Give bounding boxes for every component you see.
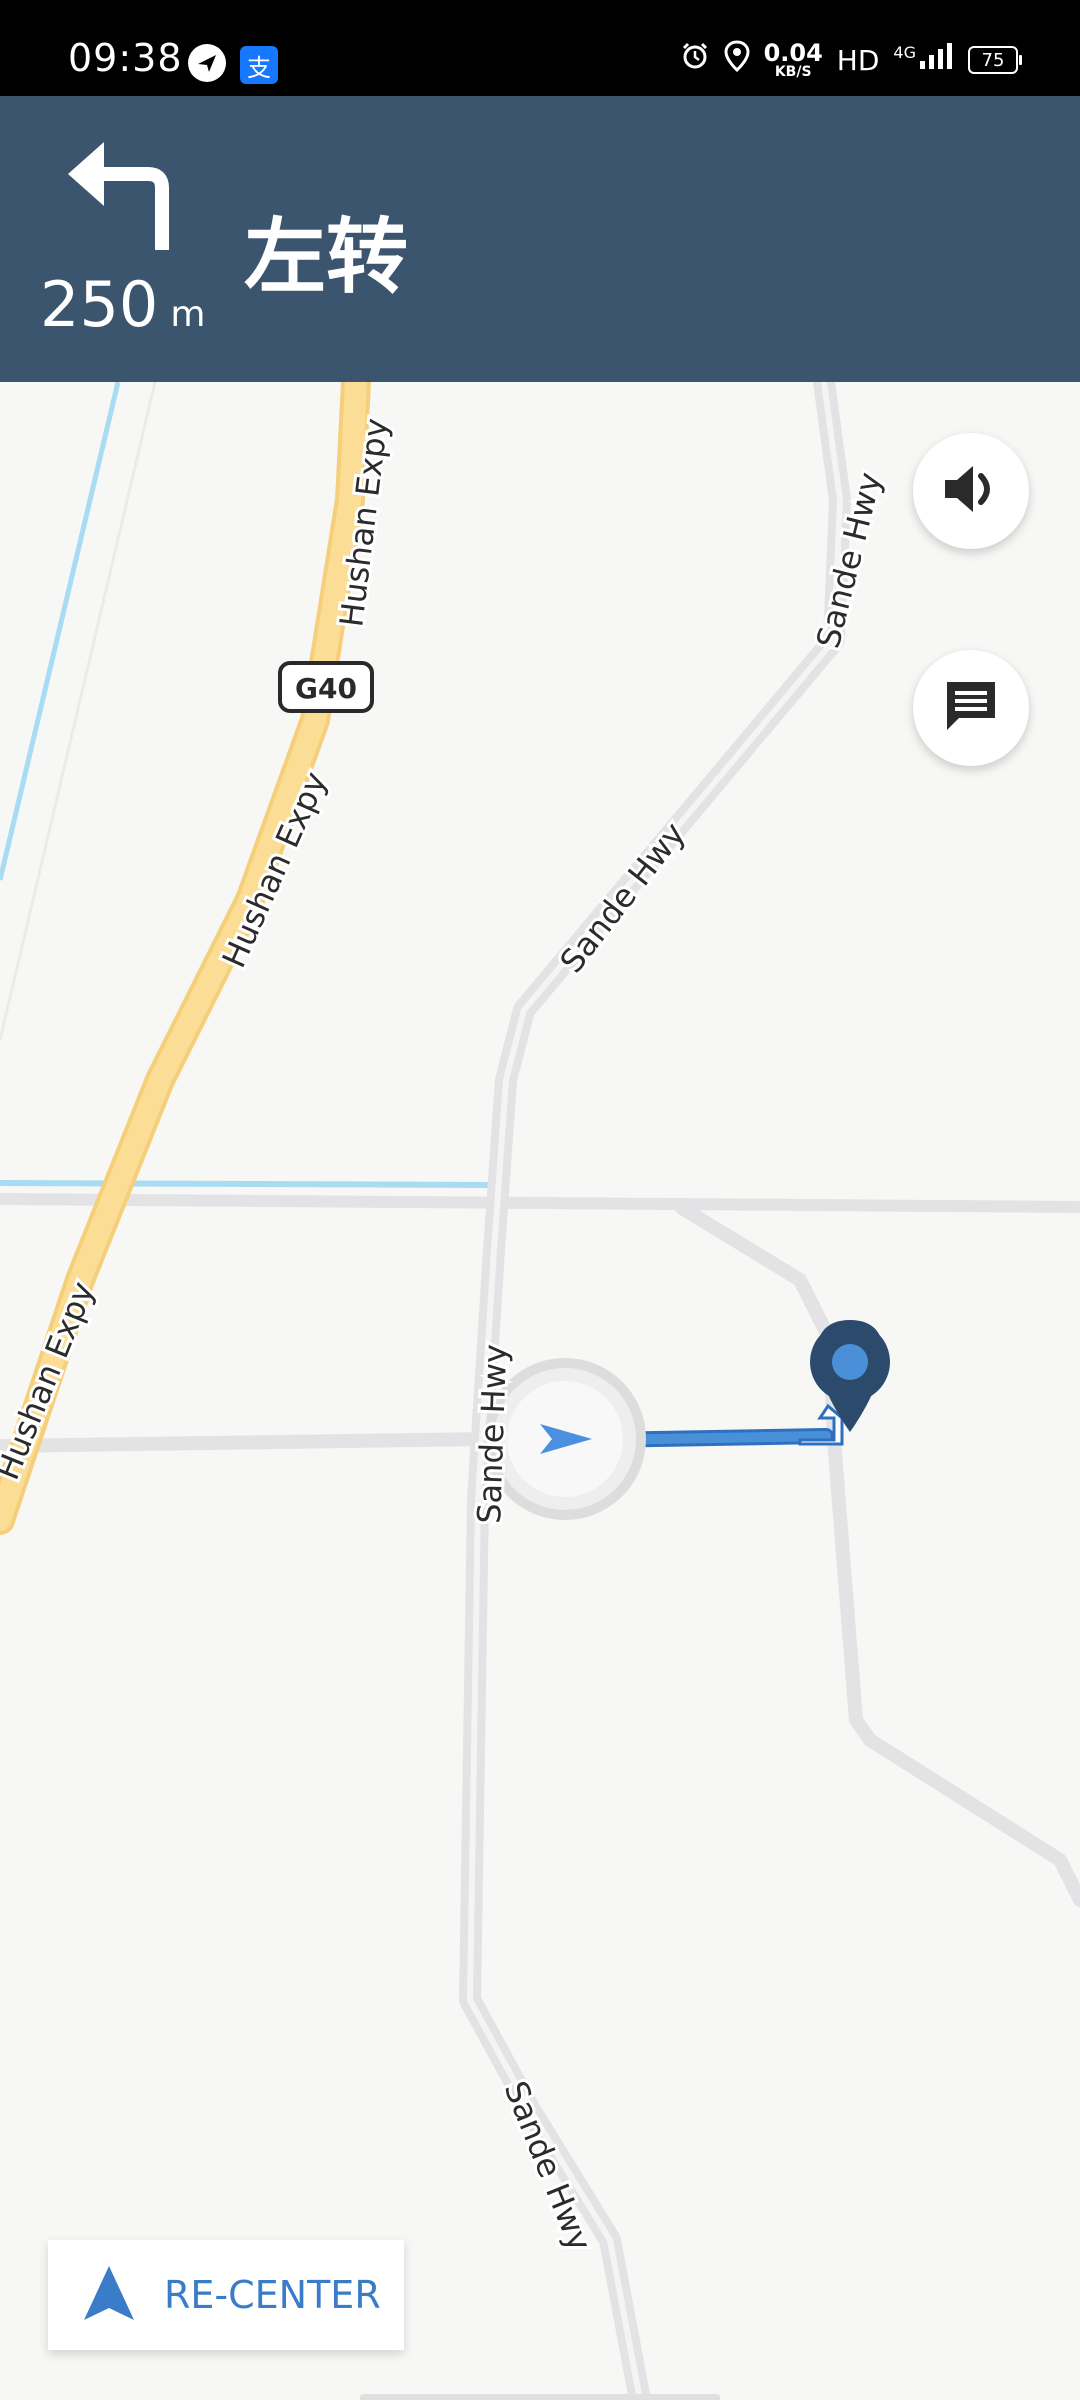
highway-shield-label: G40	[295, 672, 357, 705]
sound-toggle-button[interactable]	[913, 433, 1029, 549]
maneuver-distance: 250 m	[40, 268, 205, 341]
recenter-label: RE-CENTER	[164, 2273, 381, 2317]
maneuver-instruction: 左转	[244, 209, 409, 305]
network-speed: 0.04 KB/S	[764, 41, 823, 79]
message-icon	[943, 678, 999, 738]
turn-left-icon	[64, 134, 176, 256]
network-type: 4G	[893, 42, 916, 62]
alarm-icon	[680, 41, 710, 79]
recenter-button[interactable]: RE-CENTER	[48, 2240, 404, 2350]
network-speed-value: 0.04	[763, 39, 823, 67]
signal-icon	[918, 41, 954, 79]
distance-unit: m	[170, 294, 206, 335]
location-icon	[724, 40, 750, 80]
volume-icon	[941, 462, 1001, 520]
status-time: 09:38	[68, 36, 183, 80]
network-speed-unit: KB/S	[774, 64, 812, 80]
hd-label: HD	[836, 43, 880, 77]
road-label-sande-3: Sande Hwy	[470, 1344, 514, 1525]
home-indicator[interactable]	[360, 2394, 720, 2400]
status-bar: 09:38 支 0.04 KB/S HD 4G 75	[0, 0, 1080, 96]
battery-indicator: 75	[968, 46, 1022, 74]
status-indicators: 0.04 KB/S HD 4G 75	[680, 40, 1022, 80]
navigation-header: 250 m 左转	[0, 96, 1080, 382]
highway-shield: G40	[278, 661, 374, 713]
alipay-icon: 支	[240, 46, 278, 84]
notification-app-icon	[188, 44, 226, 82]
distance-value: 250	[40, 268, 159, 341]
report-button[interactable]	[913, 650, 1029, 766]
canal	[0, 1180, 491, 1188]
navigation-arrow-icon	[80, 2264, 138, 2326]
road-horizontal-north	[0, 1193, 1080, 1213]
